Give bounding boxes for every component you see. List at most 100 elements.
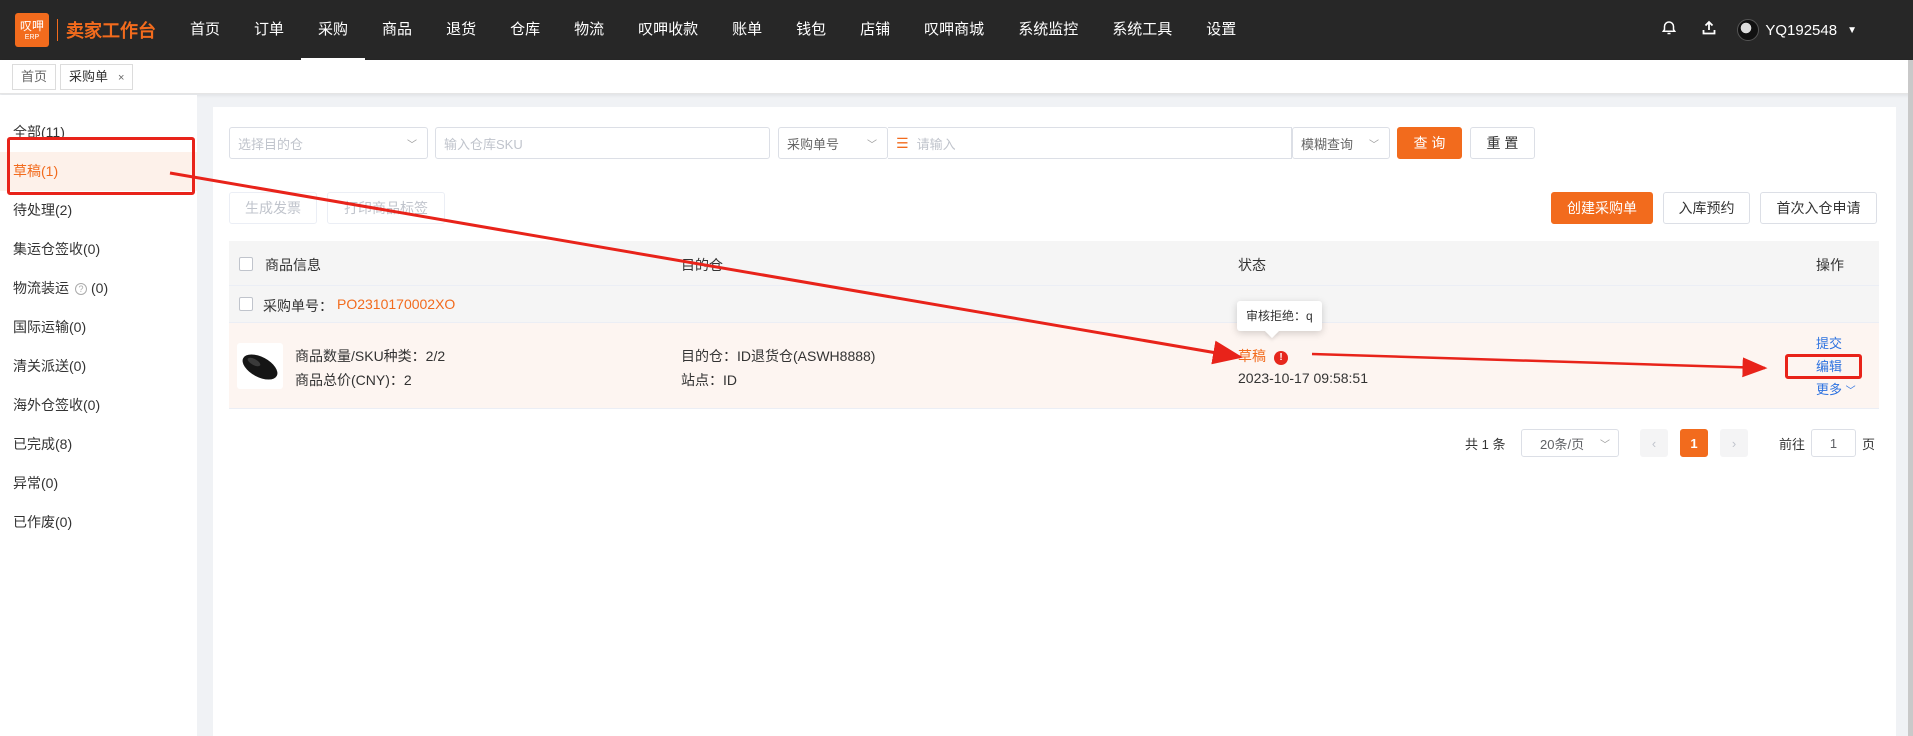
next-page-button[interactable]: › <box>1720 429 1748 457</box>
table-header: 商品信息 目的仓 状态 操作 <box>229 241 1879 286</box>
create-po-label: 创建采购单 <box>1567 200 1637 216</box>
tab-home[interactable]: 首页 <box>12 63 57 90</box>
product-quantity: 商品数量/SKU种类：2/2 <box>295 348 446 364</box>
print-label-button[interactable]: 打印商品标签 <box>327 192 445 224</box>
match-mode-select[interactable]: 模糊查询 ﹀ <box>1292 127 1390 159</box>
generate-invoice-button[interactable]: 生成发票 <box>229 192 317 224</box>
pagination-total: 共 1 条 <box>1465 437 1506 452</box>
sidebar-item-count: (0) <box>91 280 109 296</box>
sidebar-item[interactable]: 集运仓签收(0) <box>0 230 197 269</box>
sku-placeholder: 输入仓库SKU <box>444 136 523 152</box>
upload-icon[interactable] <box>1689 20 1729 41</box>
top-right-tools: YQ192548 ▼ <box>1649 0 1913 60</box>
logo-divider <box>57 19 58 41</box>
nav-item[interactable]: 退货 <box>429 0 493 60</box>
main-panel: 选择目的仓 ﹀ 输入仓库SKU 采购单号 ﹀ ☰ 请输入 模糊查询 ﹀ 查 询 … <box>213 107 1896 736</box>
nav-item[interactable]: 叹呷商城 <box>907 0 1001 60</box>
field-select-value: 采购单号 <box>787 136 840 152</box>
tab-purchase-order[interactable]: 采购单 × <box>60 63 134 90</box>
user-menu[interactable]: YQ192548 ▼ <box>1737 19 1857 41</box>
logo[interactable]: 叹呷 ERP 卖家工作台 <box>15 13 170 47</box>
keyword-placeholder: 请输入 <box>916 136 956 152</box>
sidebar-item[interactable]: 待处理(2) <box>0 191 197 230</box>
sidebar-item[interactable]: 海外仓签收(0) <box>0 386 197 425</box>
query-button[interactable]: 查 询 <box>1397 127 1462 159</box>
select-all-checkbox[interactable] <box>239 257 253 271</box>
sidebar-item-label: 海外仓签收(0) <box>13 397 101 413</box>
header-ops: 操作 <box>1816 257 1844 273</box>
po-number-link[interactable]: PO2310170002XO <box>337 296 455 312</box>
keyword-input[interactable]: ☰ 请输入 <box>888 127 1292 159</box>
sidebar-item-label: 异常(0) <box>13 475 59 491</box>
sku-input[interactable]: 输入仓库SKU <box>435 127 770 159</box>
prev-page-button[interactable]: ‹ <box>1640 429 1668 457</box>
page-size-value: 20条/页 <box>1540 436 1585 452</box>
nav-item[interactable]: 系统监控 <box>1001 0 1095 60</box>
nav-item[interactable]: 仓库 <box>493 0 557 60</box>
chevron-left-icon: ‹ <box>1651 435 1657 451</box>
annotation-box-draft <box>7 137 195 195</box>
top-bar: 叹呷 ERP 卖家工作台 首页 订单 采购 商品 退货 仓库 物流 叹呷收款 账单 钱包 店铺 叹呷商… <box>0 0 1913 60</box>
po-checkbox[interactable] <box>239 297 253 311</box>
notification-icon[interactable] <box>1649 20 1689 41</box>
warehouse-placeholder: 选择目的仓 <box>238 136 304 152</box>
close-icon[interactable]: × <box>118 72 124 84</box>
nav-item[interactable]: 叹呷收款 <box>621 0 715 60</box>
tab-label: 首页 <box>21 68 48 84</box>
current-page-number: 1 <box>1690 435 1698 451</box>
nav-item[interactable]: 首页 <box>173 0 237 60</box>
generate-invoice-label: 生成发票 <box>245 200 301 216</box>
page-size-select[interactable]: 20条/页 ﹀ <box>1521 429 1619 457</box>
sidebar-item-label: 已完成(8) <box>13 436 73 452</box>
create-po-button[interactable]: 创建采购单 <box>1551 192 1653 224</box>
chevron-down-icon: ﹀ <box>407 140 417 151</box>
nav-item[interactable]: 系统工具 <box>1095 0 1189 60</box>
sidebar-item-label: 物流装运 <box>13 280 69 296</box>
mouse-icon <box>242 354 278 380</box>
tab-label: 采购单 <box>69 68 109 84</box>
goto-page-input[interactable]: 1 <box>1811 429 1856 457</box>
inbound-reservation-button[interactable]: 入库预约 <box>1663 192 1750 224</box>
reset-button[interactable]: 重 置 <box>1470 127 1535 159</box>
table-row: 商品数量/SKU种类：2/2 商品总价(CNY)：2 目的仓：ID退货仓(ASW… <box>229 323 1879 409</box>
submit-link[interactable]: 提交 <box>1816 333 1842 352</box>
nav-item[interactable]: 采购 <box>301 0 366 60</box>
field-select[interactable]: 采购单号 ﹀ <box>778 127 888 159</box>
sidebar-item[interactable]: 物流装运? (0) <box>0 269 197 308</box>
query-button-label: 查 询 <box>1413 135 1446 151</box>
nav-item[interactable]: 设置 <box>1189 0 1253 60</box>
sidebar-item[interactable]: 异常(0) <box>0 464 197 503</box>
rejection-tooltip: 审核拒绝：q <box>1237 301 1322 331</box>
first-inbound-label: 首次入仓申请 <box>1776 200 1861 216</box>
nav-item[interactable]: 店铺 <box>843 0 907 60</box>
chevron-right-icon: › <box>1731 435 1737 451</box>
warehouse-select[interactable]: 选择目的仓 ﹀ <box>229 127 428 159</box>
sidebar-item[interactable]: 已作废(0) <box>0 503 197 542</box>
page-1-button[interactable]: 1 <box>1680 429 1708 457</box>
sidebar-item[interactable]: 清关派送(0) <box>0 347 197 386</box>
sidebar-item[interactable]: 国际运输(0) <box>0 308 197 347</box>
chevron-down-icon: ﹀ <box>867 140 877 151</box>
product-thumbnail[interactable] <box>237 343 283 389</box>
nav-item[interactable]: 钱包 <box>779 0 843 60</box>
nav-item[interactable]: 商品 <box>365 0 429 60</box>
app-title: 卖家工作台 <box>66 21 156 41</box>
help-icon[interactable]: ? <box>75 283 87 295</box>
avatar <box>1737 19 1760 41</box>
logo-text: 叹呷 <box>19 18 44 33</box>
annotation-box-edit <box>1785 354 1862 379</box>
sidebar-item[interactable]: 已完成(8) <box>0 425 197 464</box>
alert-icon[interactable]: ! <box>1274 351 1288 365</box>
status-cell: 草稿! <box>1238 346 1288 366</box>
reset-button-label: 重 置 <box>1486 135 1519 151</box>
scrollbar[interactable] <box>1908 60 1913 736</box>
nav-item[interactable]: 订单 <box>237 0 301 60</box>
nav-item[interactable]: 物流 <box>557 0 621 60</box>
more-menu[interactable]: 更多 ﹀ <box>1816 379 1856 398</box>
chevron-down-icon: ﹀ <box>1845 386 1856 397</box>
print-label-label: 打印商品标签 <box>344 200 428 216</box>
page-unit-label: 页 <box>1862 437 1876 452</box>
list-icon: ☰ <box>896 134 909 151</box>
nav-item[interactable]: 账单 <box>715 0 779 60</box>
first-inbound-button[interactable]: 首次入仓申请 <box>1760 192 1877 224</box>
